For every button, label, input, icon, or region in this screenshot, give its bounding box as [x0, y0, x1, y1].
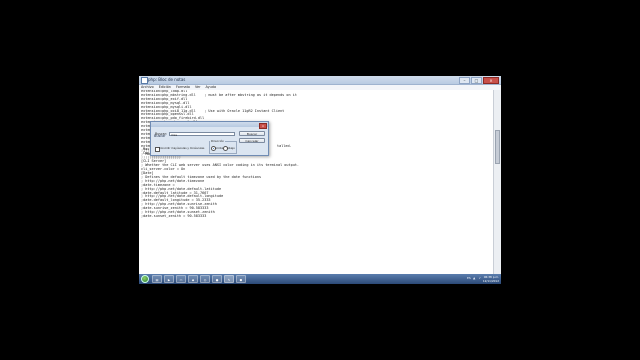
window-titlebar[interactable]: php: Bloc de notas – □ ×: [139, 76, 501, 85]
network-icon[interactable]: ▲: [473, 276, 477, 281]
clock-date: 12/11/2012: [482, 279, 499, 283]
vertical-scrollbar[interactable]: [493, 90, 501, 274]
find-dialog-close-button[interactable]: ×: [259, 122, 267, 129]
taskbar-app-icon[interactable]: ◆: [188, 275, 198, 283]
direction-label: Dirección: [210, 139, 226, 143]
taskbar-browser-icon[interactable]: ◎: [200, 275, 210, 283]
taskbar-app2-icon[interactable]: ◼: [236, 275, 246, 283]
editor-fragment-tail: talled.: [277, 144, 292, 148]
find-label: Buscar:: [155, 132, 167, 136]
desktop-screen: php: Bloc de notas – □ × Archivo Edición…: [139, 76, 501, 284]
taskbar-folder-icon[interactable]: ▭: [176, 275, 186, 283]
taskbar-notepad-icon[interactable]: ✎: [224, 275, 234, 283]
language-indicator[interactable]: ES: [467, 276, 471, 281]
system-tray: ES ▲ ♪: [467, 276, 483, 281]
match-case-label: Coincidir mayúsculas y minúsculas: [159, 146, 205, 150]
cancel-button[interactable]: Cancelar: [239, 138, 265, 143]
text-editor[interactable]: extension=php_ldap.dll extension=php_mbst…: [139, 90, 494, 274]
taskbar-explorer-icon[interactable]: ▤: [152, 275, 162, 283]
minimize-button[interactable]: –: [459, 77, 470, 84]
editor-line: ;date.sunset_zenith = 90.583333: [141, 214, 207, 218]
find-next-button[interactable]: Buscar siguiente: [239, 131, 265, 141]
window-title: php: Bloc de notas: [148, 77, 186, 82]
start-button[interactable]: [141, 275, 149, 283]
window-controls: – □ ×: [459, 77, 499, 84]
find-dialog: Buscar × Buscar: mss Buscar siguiente Ca…: [150, 121, 269, 156]
taskbar: ▤ ▶ ▭ ◆ ◎ ● ✎ ◼ ES ▲ ♪ 06:38 p.m. 12/11/…: [139, 274, 501, 284]
taskbar-firefox-icon[interactable]: ●: [212, 275, 222, 283]
close-button[interactable]: ×: [483, 77, 499, 84]
direction-down-label: Abajo: [227, 145, 235, 150]
editor-fragment-left-b: Con: [143, 151, 150, 155]
clock[interactable]: 06:38 p.m. 12/11/2012: [483, 275, 499, 283]
find-dialog-titlebar[interactable]: Buscar: [151, 122, 268, 138]
find-input[interactable]: mss: [169, 132, 235, 137]
taskbar-media-icon[interactable]: ▶: [164, 275, 174, 283]
notepad-icon: [141, 77, 148, 84]
scrollbar-thumb[interactable]: [495, 130, 500, 164]
maximize-button[interactable]: □: [471, 77, 482, 84]
